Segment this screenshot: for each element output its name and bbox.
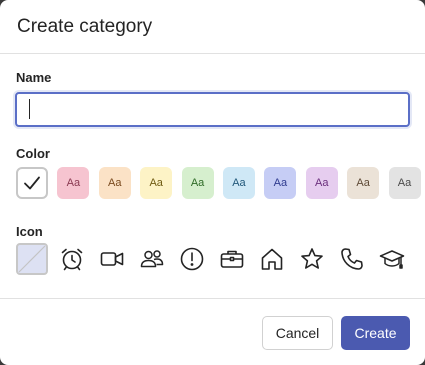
people-icon[interactable] — [136, 243, 168, 275]
graduation-cap-icon[interactable] — [376, 243, 408, 275]
icon-label: Icon — [16, 224, 43, 239]
create-button[interactable]: Create — [341, 316, 410, 350]
none-icon[interactable] — [16, 243, 48, 275]
cancel-button[interactable]: Cancel — [262, 316, 333, 350]
color-swatch-blue[interactable]: Aa — [264, 167, 297, 199]
color-swatch-green[interactable]: Aa — [181, 167, 214, 199]
color-swatch-gray[interactable]: Aa — [388, 167, 421, 199]
icon-picker-row — [16, 243, 408, 275]
dialog-header: Create category — [0, 0, 425, 54]
color-swatch-orange[interactable]: Aa — [98, 167, 131, 199]
video-camera-icon[interactable] — [96, 243, 128, 275]
color-swatch-yellow[interactable]: Aa — [140, 167, 173, 199]
star-icon[interactable] — [296, 243, 328, 275]
color-label: Color — [16, 146, 50, 161]
color-swatch-text: Aa — [315, 177, 329, 189]
color-swatch-text: Aa — [356, 177, 370, 189]
create-category-dialog: Create category Name Color Aa Aa Aa Aa Aa Aa A… — [0, 0, 425, 365]
color-swatch-text: Aa — [108, 177, 122, 189]
color-swatch-none[interactable] — [16, 167, 48, 199]
color-swatch-text: Aa — [232, 177, 246, 189]
color-swatch-text: Aa — [149, 177, 163, 189]
footer-divider — [0, 298, 425, 299]
color-swatch-teal[interactable]: Aa — [222, 167, 255, 199]
phone-icon[interactable] — [336, 243, 368, 275]
color-swatch-text: Aa — [66, 177, 81, 189]
color-swatch-text: Aa — [190, 177, 205, 189]
dialog-title: Create category — [17, 15, 153, 37]
name-label: Name — [16, 70, 52, 85]
color-swatch-text: Aa — [273, 177, 288, 189]
color-swatch-red[interactable]: Aa — [57, 167, 90, 199]
color-swatch-brown[interactable]: Aa — [347, 167, 380, 199]
color-swatch-purple[interactable]: Aa — [305, 167, 338, 199]
alert-icon[interactable] — [176, 243, 208, 275]
checkmark-icon — [24, 176, 40, 190]
home-icon[interactable] — [256, 243, 288, 275]
text-caret — [29, 99, 30, 119]
category-name-input[interactable] — [15, 92, 410, 127]
briefcase-icon[interactable] — [216, 243, 248, 275]
color-swatch-text: Aa — [397, 177, 412, 189]
alarm-clock-icon[interactable] — [56, 243, 88, 275]
color-swatch-row: Aa Aa Aa Aa Aa Aa Aa Aa Aa — [16, 167, 421, 199]
